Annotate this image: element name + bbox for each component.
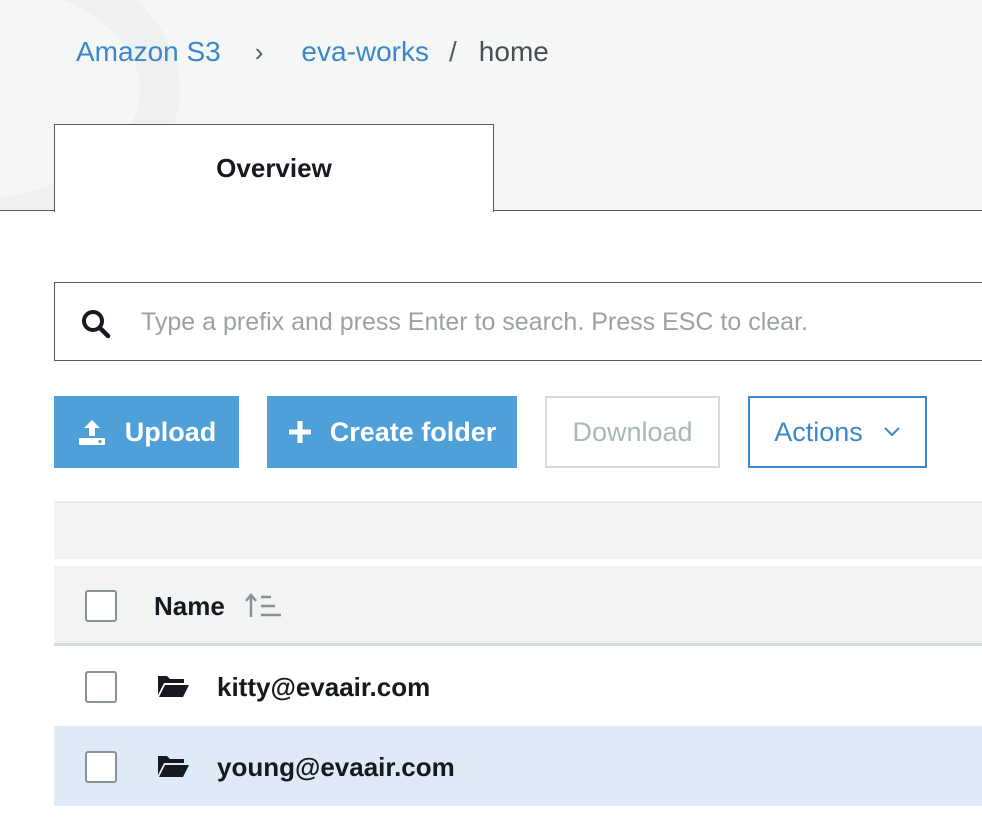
- folder-name-link[interactable]: young@evaair.com: [217, 727, 455, 807]
- folder-open-icon: [156, 673, 190, 699]
- table-header: Name: [54, 566, 982, 646]
- search-input[interactable]: [141, 297, 981, 347]
- upload-button-label: Upload: [124, 416, 217, 447]
- folder-open-icon: [156, 753, 190, 779]
- upload-button[interactable]: Upload: [54, 396, 239, 468]
- search-icon: [81, 309, 111, 339]
- breadcrumb: Amazon S3 › eva-works / home: [76, 34, 549, 70]
- breadcrumb-bucket-link[interactable]: eva-works: [301, 34, 429, 70]
- name-column-label: Name: [154, 590, 225, 621]
- tab-overview[interactable]: Overview: [54, 124, 494, 212]
- create-folder-button[interactable]: Create folder: [267, 396, 517, 468]
- breadcrumb-separator-slash: /: [449, 36, 457, 67]
- plus-icon: [288, 420, 312, 444]
- create-folder-button-label: Create folder: [329, 416, 497, 447]
- sort-ascending-icon[interactable]: [243, 592, 285, 620]
- upload-icon: [77, 418, 107, 446]
- tab-overview-label: Overview: [216, 153, 332, 183]
- breadcrumb-amazon-s3-link[interactable]: Amazon S3: [76, 34, 221, 70]
- actions-dropdown-button[interactable]: Actions: [748, 396, 927, 468]
- table-top-bar: [54, 501, 982, 559]
- select-all-checkbox[interactable]: [85, 590, 117, 622]
- download-button-label: Download: [572, 416, 693, 447]
- actions-button-label: Actions: [774, 416, 863, 447]
- table-row[interactable]: young@evaair.com: [54, 727, 982, 806]
- name-column-header[interactable]: Name: [154, 566, 285, 646]
- row-checkbox[interactable]: [85, 671, 117, 703]
- chevron-down-icon: [883, 426, 901, 438]
- folder-name-link[interactable]: kitty@evaair.com: [217, 647, 430, 727]
- row-checkbox[interactable]: [85, 751, 117, 783]
- breadcrumb-current-folder: home: [478, 36, 549, 67]
- download-button[interactable]: Download: [545, 396, 720, 468]
- table-row[interactable]: kitty@evaair.com: [54, 647, 982, 727]
- search-box: [54, 282, 982, 361]
- breadcrumb-separator-chevron: ›: [254, 37, 264, 67]
